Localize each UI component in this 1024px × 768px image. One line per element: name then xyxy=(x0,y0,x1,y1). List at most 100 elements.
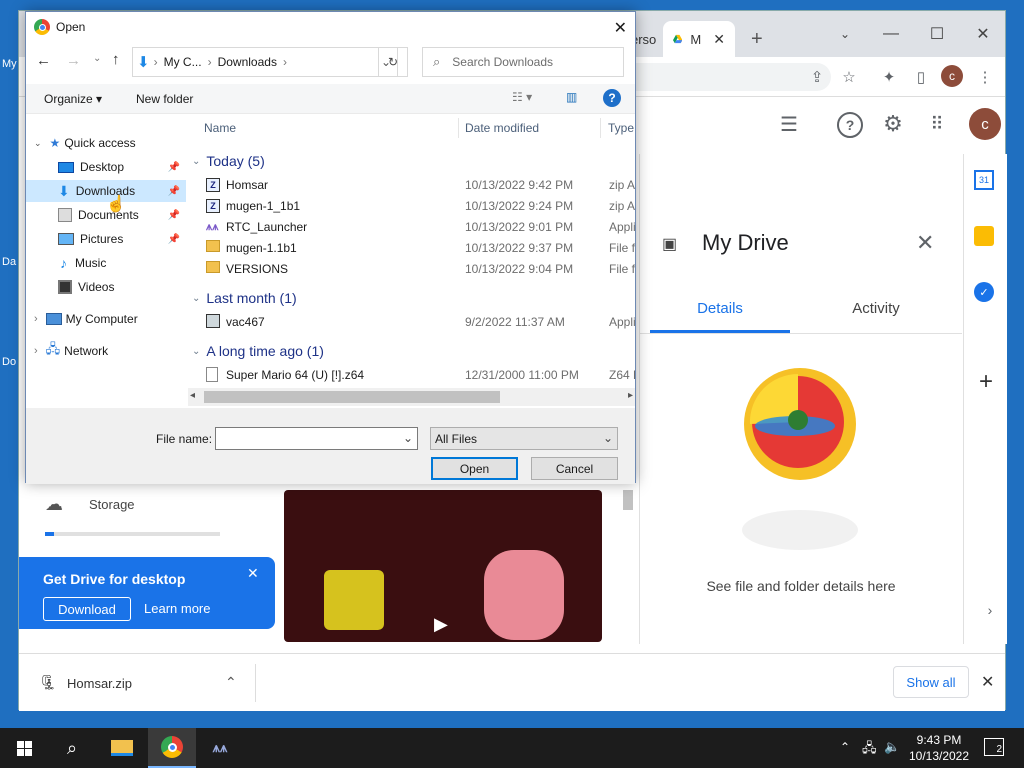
file-row[interactable]: ⩚⩚ RTC_Launcher 10/13/2022 9:01 PM Appli xyxy=(188,216,635,237)
profile-avatar[interactable]: c xyxy=(941,65,963,87)
breadcrumb-separator-icon[interactable]: › xyxy=(208,55,212,69)
up-arrow-icon[interactable]: ↑ xyxy=(112,51,120,68)
recent-locations-chevron-icon[interactable]: ⌄ xyxy=(93,53,101,64)
chevron-down-icon[interactable]: ⌄ xyxy=(192,293,200,304)
new-folder-button[interactable]: New folder xyxy=(136,92,193,106)
nav-item-music[interactable]: ♪ Music xyxy=(26,252,186,274)
file-row[interactable]: vac467 9/2/2022 11:37 AM Appli xyxy=(188,311,635,332)
storage-label[interactable]: Storage xyxy=(89,497,135,512)
chevron-down-icon[interactable]: ⌄ xyxy=(192,156,200,167)
column-header-name[interactable]: Name xyxy=(204,114,236,142)
account-avatar[interactable]: c xyxy=(969,108,1001,140)
breadcrumb-separator-icon[interactable]: › xyxy=(283,55,287,69)
chevron-up-icon[interactable]: ⌃ xyxy=(225,674,237,691)
tasks-icon[interactable]: ✓ xyxy=(974,282,994,302)
refresh-icon[interactable]: ↻ xyxy=(378,47,408,77)
content-scrollbar[interactable] xyxy=(623,490,633,510)
file-group-header[interactable]: ⌄ Today (5) xyxy=(192,150,265,172)
file-type-dropdown-icon[interactable]: ⌄ xyxy=(603,431,613,445)
breadcrumb-item[interactable]: My C... xyxy=(164,55,202,69)
rtc-launcher-icon[interactable]: ⩚⩚ xyxy=(196,728,244,768)
chevron-right-icon[interactable]: › xyxy=(34,313,38,325)
network-status-icon[interactable]: 🖧 xyxy=(862,739,877,761)
scroll-left-icon[interactable]: ◂ xyxy=(190,390,195,401)
desktop-icon-label[interactable]: Do xyxy=(2,356,16,368)
minimize-icon[interactable]: — xyxy=(871,19,911,49)
notification-center-icon[interactable]: 2 xyxy=(984,738,1004,756)
expand-rail-icon[interactable]: › xyxy=(978,598,1002,622)
calendar-icon[interactable]: 31 xyxy=(974,170,994,190)
pin-icon[interactable]: 📌 xyxy=(168,234,180,245)
nav-item-videos[interactable]: Videos xyxy=(26,276,186,298)
close-shelf-icon[interactable]: ✕ xyxy=(981,672,994,692)
nav-item-desktop[interactable]: Desktop 📌 xyxy=(26,156,186,178)
column-divider[interactable] xyxy=(458,118,459,138)
side-panel-icon[interactable]: ▯ xyxy=(909,65,933,89)
clock[interactable]: 9:43 PM 10/13/2022 xyxy=(904,732,974,764)
pin-icon[interactable]: 📌 xyxy=(168,210,180,221)
tab-details[interactable]: Details xyxy=(650,300,790,332)
file-group-header[interactable]: ⌄ Last month (1) xyxy=(192,287,297,309)
chrome-menu-icon[interactable]: ⋮ xyxy=(973,65,997,89)
column-header-type[interactable]: Type xyxy=(608,114,634,142)
close-tab-icon[interactable]: ✕ xyxy=(713,31,725,48)
file-row[interactable]: Z Homsar 10/13/2022 9:42 PM zip A xyxy=(188,174,635,195)
column-divider[interactable] xyxy=(600,118,601,138)
start-button[interactable] xyxy=(0,728,48,768)
address-breadcrumb[interactable]: ⬇ › My C... › Downloads › ⌄ xyxy=(132,47,398,77)
close-window-icon[interactable]: ✕ xyxy=(963,19,1003,49)
keep-icon[interactable] xyxy=(974,226,994,246)
search-icon[interactable]: ⌕ xyxy=(48,728,96,768)
downloaded-file-name[interactable]: Homsar.zip xyxy=(67,676,132,691)
help-icon[interactable]: ? xyxy=(837,112,863,138)
pin-icon[interactable]: 📌 xyxy=(168,162,180,173)
show-all-button[interactable]: Show all xyxy=(893,666,969,698)
file-name-input[interactable]: ⌄ xyxy=(215,427,418,450)
breadcrumb-separator-icon[interactable]: › xyxy=(154,55,158,69)
file-group-header[interactable]: ⌄ A long time ago (1) xyxy=(192,340,324,362)
share-icon[interactable]: ⇪ xyxy=(805,65,829,89)
bookmark-star-icon[interactable]: ☆ xyxy=(837,65,861,89)
help-icon[interactable]: ? xyxy=(603,89,621,107)
desktop-icon-label[interactable]: My xyxy=(2,58,17,70)
file-row[interactable]: mugen-1.1b1 10/13/2022 9:37 PM File fo xyxy=(188,237,635,258)
video-preview[interactable]: ▶ xyxy=(284,490,602,642)
chrome-taskbar-icon[interactable] xyxy=(148,728,196,768)
close-dialog-icon[interactable]: ✕ xyxy=(614,18,627,38)
extensions-icon[interactable]: ✦ xyxy=(877,65,901,89)
cancel-button[interactable]: Cancel xyxy=(531,457,618,480)
maximize-icon[interactable]: ☐ xyxy=(917,19,957,49)
download-drive-button[interactable]: Download xyxy=(43,597,131,621)
column-header-date[interactable]: Date modified xyxy=(465,114,539,142)
file-row[interactable]: Super Mario 64 (U) [!].z64 12/31/2000 11:… xyxy=(188,364,635,385)
apps-grid-icon[interactable]: ⠿ xyxy=(925,112,949,136)
tab-activity[interactable]: Activity xyxy=(806,300,946,332)
search-options-icon[interactable]: ☰ xyxy=(777,112,801,136)
horizontal-scrollbar[interactable]: ◂ ▸ xyxy=(188,388,635,406)
play-icon[interactable]: ▶ xyxy=(434,614,448,635)
close-details-icon[interactable]: ✕ xyxy=(916,230,934,256)
new-tab-button[interactable]: + xyxy=(751,21,763,57)
settings-gear-icon[interactable]: ⚙ xyxy=(881,111,905,136)
show-hidden-icons-chevron-icon[interactable]: ⌃ xyxy=(840,740,850,754)
file-type-select[interactable]: All Files ⌄ xyxy=(430,427,618,450)
nav-my-computer[interactable]: › My Computer xyxy=(26,308,186,330)
back-arrow-icon[interactable]: ← xyxy=(36,52,51,69)
file-row[interactable]: VERSIONS 10/13/2022 9:04 PM File fo xyxy=(188,258,635,279)
preview-pane-icon[interactable]: ▥ xyxy=(566,90,577,104)
search-input[interactable]: ⌕ Search Downloads xyxy=(422,47,624,77)
nav-quick-access[interactable]: ⌄ ★ Quick access xyxy=(26,132,186,154)
tab-search-icon[interactable]: ⌄ xyxy=(825,19,865,49)
organize-menu[interactable]: Organize ▾ xyxy=(44,92,102,106)
browser-tab-drive[interactable]: M ✕ xyxy=(663,21,735,57)
chevron-right-icon[interactable]: › xyxy=(34,345,38,357)
scroll-right-icon[interactable]: ▸ xyxy=(628,390,633,401)
file-row[interactable]: Zmugen-1_1b1 10/13/2022 9:24 PM zip A xyxy=(188,195,635,216)
add-addon-icon[interactable]: + xyxy=(974,368,998,395)
nav-network[interactable]: › 🖧 Network xyxy=(26,340,186,362)
open-button[interactable]: Open xyxy=(431,457,518,480)
breadcrumb-item[interactable]: Downloads xyxy=(218,55,277,69)
address-bar[interactable] xyxy=(619,63,831,91)
volume-icon[interactable]: 🔈 xyxy=(884,739,900,755)
desktop-icon-label[interactable]: Da xyxy=(2,256,16,268)
